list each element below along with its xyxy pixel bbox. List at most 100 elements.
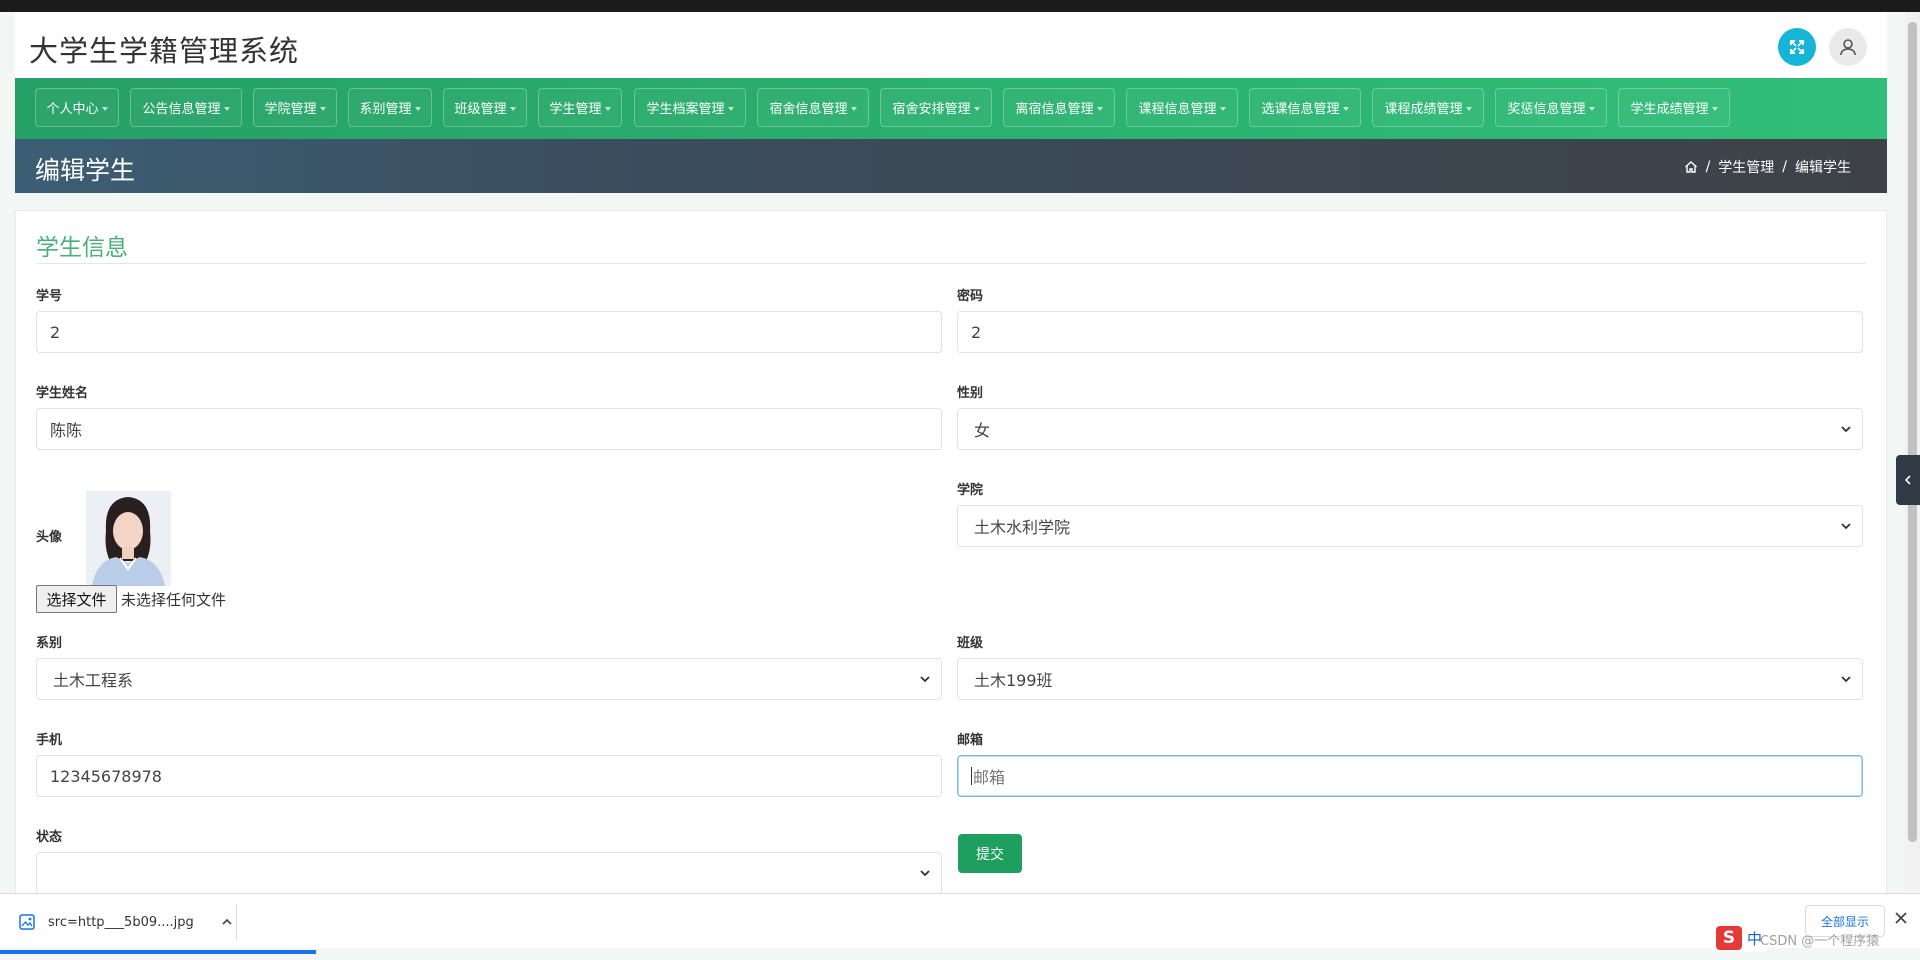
chevron-up-icon[interactable] [220,915,234,929]
department-select[interactable]: 土木工程系 [36,658,942,700]
nav-item-label: 离宿信息管理 [1015,102,1094,117]
side-panel-toggle[interactable] [1896,455,1920,505]
divider [236,904,237,940]
chevron-down-icon [1588,106,1595,111]
student-id-input[interactable]: 2 [36,311,942,353]
submit-button[interactable]: 提交 [958,834,1022,873]
page-title-bar: 编辑学生 / 学生管理 / 编辑学生 [15,139,1887,193]
college-label: 学院 [957,483,984,498]
nav-item-personal-center[interactable]: 个人中心 [35,88,119,127]
ime-logo: S [1716,926,1742,950]
breadcrumb-separator: / [1705,159,1711,175]
name-input[interactable]: 陈陈 [36,408,942,450]
nav-item-college[interactable]: 学院管理 [253,88,337,127]
chevron-down-icon [1096,106,1103,111]
chevron-down-icon [223,106,230,111]
nav-item-label: 学院管理 [264,102,317,117]
close-icon[interactable] [1893,910,1909,926]
email-input[interactable]: 邮箱 [957,755,1863,797]
nav-item-label: 学生管理 [549,102,602,117]
chevron-down-icon [1841,676,1851,683]
home-icon[interactable] [1684,160,1698,174]
chevron-down-icon [1465,106,1472,111]
class-select[interactable]: 土木199班 [957,658,1863,700]
nav-item-label: 课程成绩管理 [1384,102,1463,117]
download-item[interactable]: src=http___5b09....jpg [18,906,234,938]
nav-item-course-info[interactable]: 课程信息管理 [1126,88,1238,127]
name-value: 陈陈 [50,421,83,440]
nav-item-student-grades[interactable]: 学生成绩管理 [1618,88,1730,127]
department-value: 土木工程系 [53,671,134,690]
main-nav: 个人中心 公告信息管理 学院管理 系别管理 班级管理 学生管理 学生档案管理 宿… [15,78,1887,139]
department-label: 系别 [36,636,63,651]
status-label: 状态 [36,830,63,845]
divider [36,263,1866,264]
gender-label: 性别 [957,386,984,401]
password-input[interactable]: 2 [957,311,1863,353]
nav-item-label: 学生档案管理 [646,102,725,117]
app-title: 大学生学籍管理系统 [29,34,300,68]
password-value: 2 [971,322,982,342]
chevron-down-icon [1841,426,1851,433]
avatar-label: 头像 [36,530,63,545]
gender-select[interactable]: 女 [957,408,1863,450]
college-value: 土木水利学院 [974,518,1071,537]
file-status-text: 未选择任何文件 [121,591,227,609]
download-progress [0,950,316,954]
nav-item-rewards[interactable]: 奖惩信息管理 [1495,88,1607,127]
nav-item-label: 个人中心 [46,102,99,117]
student-id-value: 2 [50,322,61,342]
breadcrumb-section[interactable]: 学生管理 [1718,157,1774,177]
chevron-down-icon [414,106,421,111]
email-label: 邮箱 [957,733,984,748]
page-scrollbar[interactable] [1905,12,1920,890]
choose-file-button[interactable]: 选择文件 [36,585,117,613]
chevron-down-icon [920,676,930,683]
password-label: 密码 [957,289,984,304]
nav-item-dorm-arrangement[interactable]: 宿舍安排管理 [880,88,992,127]
download-file-name: src=http___5b09....jpg [48,914,194,930]
phone-input[interactable]: 12345678978 [36,755,942,797]
chevron-down-icon [1711,106,1718,111]
nav-item-label: 宿舍信息管理 [769,102,848,117]
student-form-card: 学生信息 学号 2 密码 2 学生姓名 陈陈 性别 女 头像 选择文件 未选择任… [15,210,1887,930]
chevron-down-icon [604,106,611,111]
nav-item-label: 选课信息管理 [1261,102,1340,117]
expand-icon [1790,40,1804,54]
nav-item-label: 班级管理 [454,102,507,117]
page-title: 编辑学生 [35,156,136,185]
scrollbar-thumb[interactable] [1908,22,1917,842]
nav-item-dorm-info[interactable]: 宿舍信息管理 [757,88,869,127]
nav-item-student[interactable]: 学生管理 [538,88,622,127]
nav-item-label: 奖惩信息管理 [1507,102,1586,117]
page: 大学生学籍管理系统 个人中心 公告信息管理 学院管理 系别管理 班级管理 学生管… [0,12,1920,960]
chevron-down-icon [319,106,326,111]
nav-item-student-archive[interactable]: 学生档案管理 [634,88,746,127]
college-select[interactable]: 土木水利学院 [957,505,1863,547]
fullscreen-button[interactable] [1778,28,1816,66]
email-placeholder: 邮箱 [973,768,1006,787]
chevron-down-icon [101,106,108,111]
nav-item-course-selection[interactable]: 选课信息管理 [1249,88,1361,127]
nav-item-label: 宿舍安排管理 [892,102,971,117]
gender-value: 女 [974,421,991,440]
nav-item-course-grades[interactable]: 课程成绩管理 [1372,88,1484,127]
nav-item-notice[interactable]: 公告信息管理 [130,88,242,127]
class-value: 土木199班 [974,671,1053,690]
text-cursor [971,767,972,785]
status-select[interactable] [36,852,942,894]
nav-item-department[interactable]: 系别管理 [348,88,432,127]
chevron-down-icon [509,106,516,111]
user-icon [1840,39,1856,56]
nav-item-label: 课程信息管理 [1138,102,1217,117]
ime-toolbar[interactable]: S 中 [1712,924,1767,952]
nav-item-leave-dorm[interactable]: 离宿信息管理 [1003,88,1115,127]
avatar-portrait [86,491,171,586]
chevron-down-icon [1841,523,1851,530]
nav-item-label: 系别管理 [359,102,412,117]
user-menu-button[interactable] [1829,28,1867,66]
name-label: 学生姓名 [36,386,89,401]
chevron-left-icon [1904,475,1911,485]
nav-item-class[interactable]: 班级管理 [443,88,527,127]
student-id-label: 学号 [36,289,63,304]
